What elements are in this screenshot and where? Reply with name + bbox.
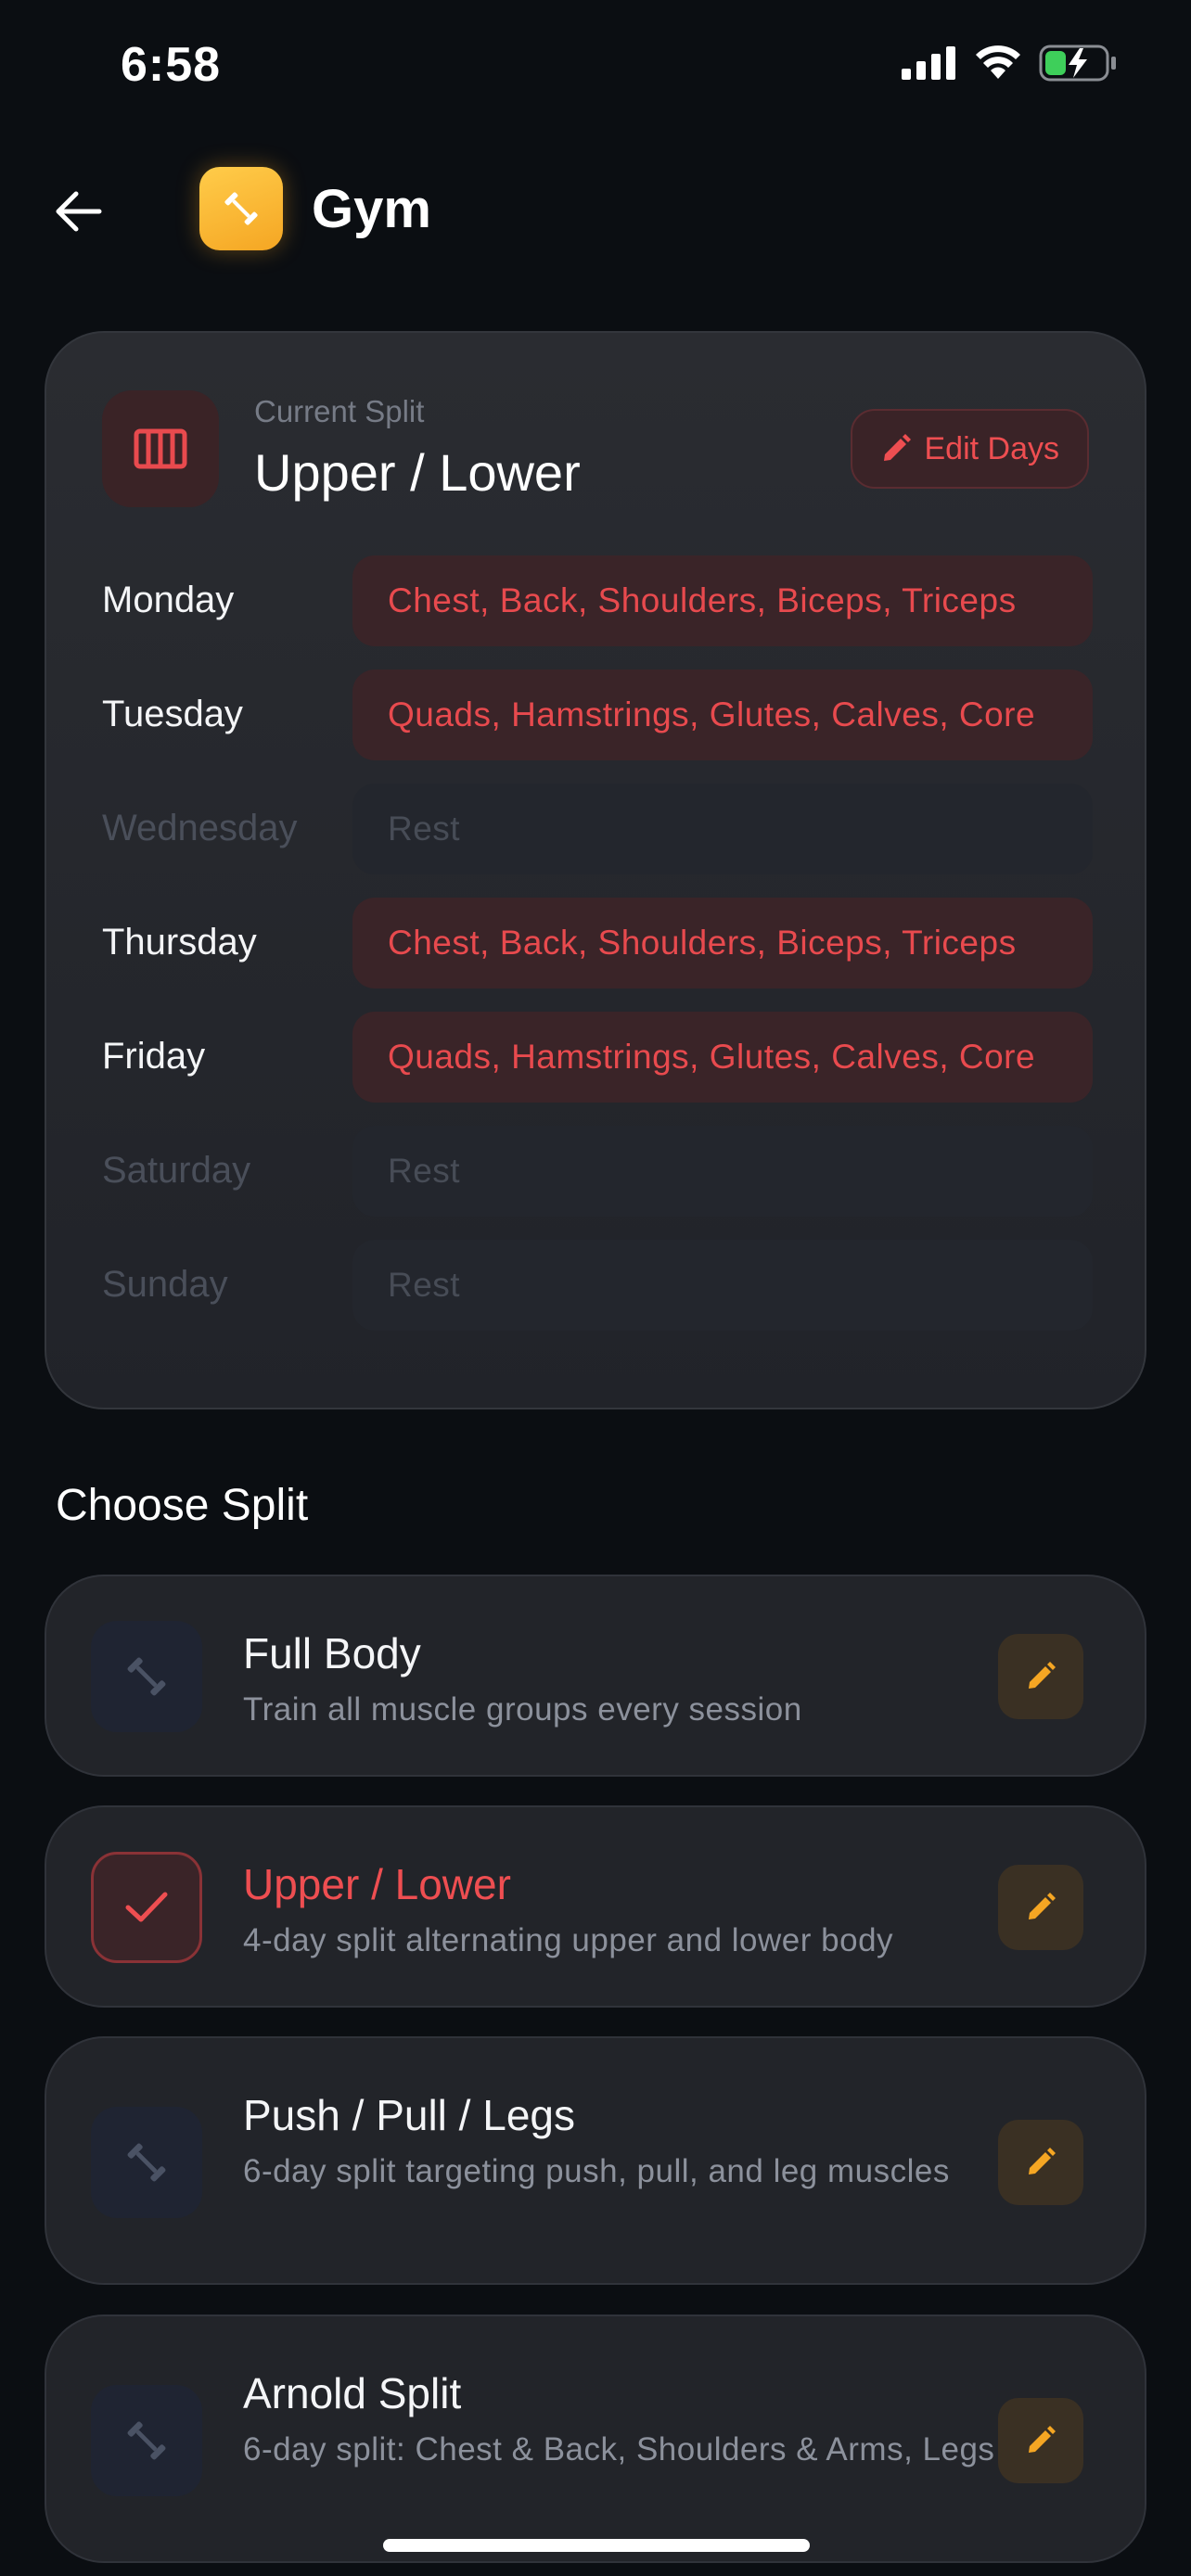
pencil-icon	[883, 434, 911, 461]
split-option-icon-tile	[91, 1852, 202, 1963]
split-option-icon-tile	[91, 1621, 202, 1732]
day-muscles: Chest, Back, Shoulders, Biceps, Triceps	[352, 555, 1093, 646]
split-option-edit-button[interactable]	[998, 2398, 1083, 2483]
split-option-description: 6-day split targeting push, pull, and le…	[243, 2153, 950, 2189]
day-name: Monday	[102, 580, 235, 620]
split-option-icon-tile	[91, 2385, 202, 2496]
split-option-push-pull-legs[interactable]: Push / Pull / Legs 6-day split targeting…	[45, 2036, 1146, 2285]
back-arrow-icon	[56, 191, 102, 232]
day-muscles: Chest, Back, Shoulders, Biceps, Triceps	[352, 898, 1093, 988]
gym-app-icon	[199, 167, 283, 250]
current-split-card: Current Split Upper / Lower Edit Days Mo…	[45, 331, 1146, 1409]
day-name: Thursday	[102, 922, 257, 963]
split-option-arnold[interactable]: Arnold Split 6-day split: Chest & Back, …	[45, 2315, 1146, 2563]
split-option-description: 6-day split: Chest & Back, Shoulders & A…	[243, 2431, 995, 2468]
day-muscles: Quads, Hamstrings, Glutes, Calves, Core	[352, 670, 1093, 760]
day-muscles: Rest	[352, 784, 1093, 874]
choose-split-heading: Choose Split	[56, 1481, 309, 1530]
wifi-icon	[976, 45, 1020, 79]
split-option-title: Full Body	[243, 1629, 421, 1677]
status-bar: 6:58	[0, 0, 1191, 139]
day-muscles: Quads, Hamstrings, Glutes, Calves, Core	[352, 1012, 1093, 1103]
dumbbell-icon	[127, 2143, 166, 2182]
day-row-sunday: Sunday Rest	[102, 1240, 1093, 1331]
dumbbell-icon	[127, 2421, 166, 2460]
home-indicator[interactable]	[383, 2539, 810, 2552]
split-option-edit-button[interactable]	[998, 1865, 1083, 1950]
day-name: Friday	[102, 1036, 206, 1077]
split-option-title: Push / Pull / Legs	[243, 2091, 575, 2139]
battery-icon	[1039, 45, 1116, 82]
pencil-icon	[1029, 2426, 1056, 2453]
split-icon-tile	[102, 390, 219, 507]
day-name: Saturday	[102, 1150, 251, 1191]
pencil-icon	[1029, 1893, 1056, 1919]
status-icons	[902, 45, 1117, 82]
day-name: Sunday	[102, 1264, 228, 1305]
current-split-name: Upper / Lower	[254, 443, 581, 502]
pencil-icon	[1029, 2148, 1056, 2174]
edit-days-button[interactable]: Edit Days	[850, 409, 1089, 489]
day-name: Wednesday	[102, 808, 298, 848]
day-row-saturday: Saturday Rest	[102, 1126, 1093, 1217]
checkmark-icon	[125, 1892, 168, 1922]
back-button[interactable]	[46, 180, 109, 243]
split-option-edit-button[interactable]	[998, 2120, 1083, 2205]
split-option-description: 4-day split alternating upper and lower …	[243, 1922, 894, 1958]
day-muscles: Rest	[352, 1126, 1093, 1217]
split-columns-icon	[134, 428, 187, 469]
split-option-icon-tile	[91, 2107, 202, 2218]
day-row-wednesday: Wednesday Rest	[102, 784, 1093, 874]
day-row-monday: Monday Chest, Back, Shoulders, Biceps, T…	[102, 555, 1093, 646]
split-option-full-body[interactable]: Full Body Train all muscle groups every …	[45, 1575, 1146, 1777]
page-title: Gym	[312, 179, 431, 239]
split-option-description: Train all muscle groups every session	[243, 1691, 802, 1728]
day-row-thursday: Thursday Chest, Back, Shoulders, Biceps,…	[102, 898, 1093, 988]
split-option-title: Arnold Split	[243, 2369, 462, 2417]
status-time: 6:58	[121, 38, 222, 92]
edit-days-label: Edit Days	[924, 430, 1060, 466]
header: Gym	[0, 158, 1191, 260]
pencil-icon	[1029, 1662, 1056, 1689]
dumbbell-icon	[224, 192, 258, 225]
split-option-title: Upper / Lower	[243, 1860, 511, 1908]
day-muscles: Rest	[352, 1240, 1093, 1331]
signal-icon	[902, 46, 955, 80]
split-option-upper-lower[interactable]: Upper / Lower 4-day split alternating up…	[45, 1805, 1146, 2008]
current-split-label: Current Split	[254, 394, 425, 428]
day-name: Tuesday	[102, 694, 243, 734]
dumbbell-icon	[127, 1657, 166, 1696]
split-option-edit-button[interactable]	[998, 1634, 1083, 1719]
day-row-tuesday: Tuesday Quads, Hamstrings, Glutes, Calve…	[102, 670, 1093, 760]
day-row-friday: Friday Quads, Hamstrings, Glutes, Calves…	[102, 1012, 1093, 1103]
